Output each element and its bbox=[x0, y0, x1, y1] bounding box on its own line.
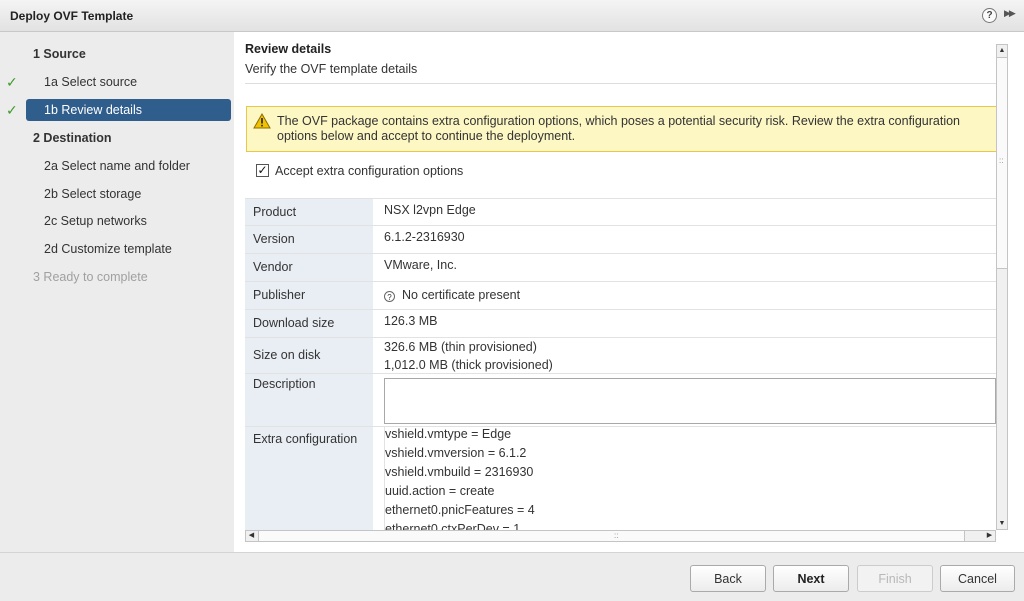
step-ready-to-complete: 3 Ready to complete bbox=[0, 266, 232, 288]
row-value: 326.6 MB (thin provisioned) 1,012.0 MB (… bbox=[384, 338, 553, 374]
row-key: Description bbox=[245, 374, 373, 426]
security-warning: The OVF package contains extra configura… bbox=[246, 106, 998, 152]
step-label: 1a Select source bbox=[44, 75, 138, 89]
extra-config-line: vshield.vmversion = 6.1.2 bbox=[385, 446, 527, 460]
step-label: 2a Select name and folder bbox=[44, 159, 190, 173]
row-key: Vendor bbox=[245, 254, 373, 281]
extra-config-line: vshield.vmbuild = 2316930 bbox=[385, 465, 534, 479]
extra-config-box[interactable]: vshield.vmtype = Edge vshield.vmversion … bbox=[384, 427, 996, 537]
step-label: 2c Setup networks bbox=[44, 214, 147, 228]
step-label: 1b Review details bbox=[44, 103, 142, 117]
row-key: Product bbox=[245, 199, 373, 225]
details-row-description: Description bbox=[245, 374, 996, 427]
details-table: Product NSX l2vpn Edge Version 6.1.2-231… bbox=[245, 198, 996, 537]
accept-checkbox[interactable]: ✓ bbox=[256, 164, 269, 177]
step-label: 3 Ready to complete bbox=[33, 270, 148, 284]
check-icon: ✓ bbox=[6, 74, 18, 90]
step-source[interactable]: 1 Source bbox=[0, 43, 232, 65]
check-icon: ✓ bbox=[6, 102, 18, 118]
wizard-steps: 1 Source ✓ 1a Select source ✓ 1b Review … bbox=[0, 32, 234, 552]
back-button[interactable]: Back bbox=[690, 565, 766, 592]
details-row-publisher: Publisher ? No certificate present bbox=[245, 282, 996, 310]
expand-icon[interactable]: ▶▶ bbox=[1004, 8, 1016, 19]
extra-config-line: uuid.action = create bbox=[385, 484, 495, 498]
step-label: 1 Source bbox=[33, 47, 86, 61]
main-panel: Review details Verify the OVF template d… bbox=[234, 32, 1024, 552]
details-row-download-size: Download size 126.3 MB bbox=[245, 310, 996, 338]
step-review-details[interactable]: 1b Review details bbox=[26, 99, 231, 121]
scroll-right-icon[interactable]: ▶ bbox=[984, 531, 995, 541]
step-setup-networks[interactable]: 2c Setup networks bbox=[0, 210, 232, 232]
scroll-left-icon[interactable]: ◀ bbox=[246, 531, 257, 541]
step-label: 2d Customize template bbox=[44, 242, 172, 256]
title-bar: Deploy OVF Template ? ▶▶ bbox=[0, 0, 1024, 32]
details-row-product: Product NSX l2vpn Edge bbox=[245, 198, 996, 226]
row-key: Extra configuration bbox=[245, 427, 373, 537]
details-row-size-on-disk: Size on disk 326.6 MB (thin provisioned)… bbox=[245, 338, 996, 374]
step-select-storage[interactable]: 2b Select storage bbox=[0, 183, 232, 205]
page-subtitle: Verify the OVF template details bbox=[245, 62, 418, 76]
publisher-value: No certificate present bbox=[402, 288, 521, 302]
step-select-name-folder[interactable]: 2a Select name and folder bbox=[0, 155, 232, 177]
vertical-scrollbar[interactable]: ▲ ▼ bbox=[996, 44, 1008, 530]
scroll-up-icon[interactable]: ▲ bbox=[997, 45, 1007, 56]
row-key: Size on disk bbox=[245, 338, 373, 373]
details-row-version: Version 6.1.2-2316930 bbox=[245, 226, 996, 254]
extra-config-line: vshield.vmtype = Edge bbox=[385, 427, 512, 441]
next-button[interactable]: Next bbox=[773, 565, 849, 592]
warning-icon bbox=[253, 113, 271, 129]
row-key: Version bbox=[245, 226, 373, 253]
window-title: Deploy OVF Template bbox=[10, 9, 134, 23]
step-label: 2 Destination bbox=[33, 131, 112, 145]
grip-icon: :: bbox=[614, 531, 619, 540]
row-value: 6.1.2-2316930 bbox=[384, 230, 465, 244]
row-value: NSX l2vpn Edge bbox=[384, 203, 476, 217]
footer-bar: Back Next Finish Cancel bbox=[0, 552, 1024, 601]
question-icon: ? bbox=[384, 291, 395, 302]
warning-text: The OVF package contains extra configura… bbox=[277, 114, 960, 143]
row-key: Publisher bbox=[245, 282, 373, 309]
page-title: Review details bbox=[245, 42, 332, 56]
step-customize-template[interactable]: 2d Customize template bbox=[0, 238, 232, 260]
details-row-extra-config: Extra configuration vshield.vmtype = Edg… bbox=[245, 427, 996, 537]
step-label: 2b Select storage bbox=[44, 187, 142, 201]
row-value: 126.3 MB bbox=[384, 314, 438, 328]
horizontal-scrollbar[interactable]: ◀ :: ▶ bbox=[245, 530, 996, 542]
row-key: Download size bbox=[245, 310, 373, 337]
cancel-button[interactable]: Cancel bbox=[940, 565, 1015, 592]
accept-label: Accept extra configuration options bbox=[275, 164, 464, 178]
scroll-down-icon[interactable]: ▼ bbox=[997, 518, 1007, 529]
finish-button: Finish bbox=[857, 565, 933, 592]
description-box[interactable] bbox=[384, 378, 996, 424]
row-value: VMware, Inc. bbox=[384, 258, 457, 272]
step-select-source[interactable]: ✓ 1a Select source bbox=[0, 71, 232, 93]
grip-icon: :: bbox=[999, 156, 1004, 165]
divider bbox=[245, 83, 996, 84]
help-icon[interactable]: ? bbox=[982, 8, 997, 23]
scroll-thumb[interactable] bbox=[258, 531, 965, 541]
row-value: ? No certificate present bbox=[384, 282, 520, 309]
thick-size: 1,012.0 MB (thick provisioned) bbox=[384, 358, 553, 372]
thin-size: 326.6 MB (thin provisioned) bbox=[384, 340, 537, 354]
details-row-vendor: Vendor VMware, Inc. bbox=[245, 254, 996, 282]
step-destination[interactable]: 2 Destination bbox=[0, 127, 232, 149]
extra-config-line: ethernet0.pnicFeatures = 4 bbox=[385, 503, 535, 517]
